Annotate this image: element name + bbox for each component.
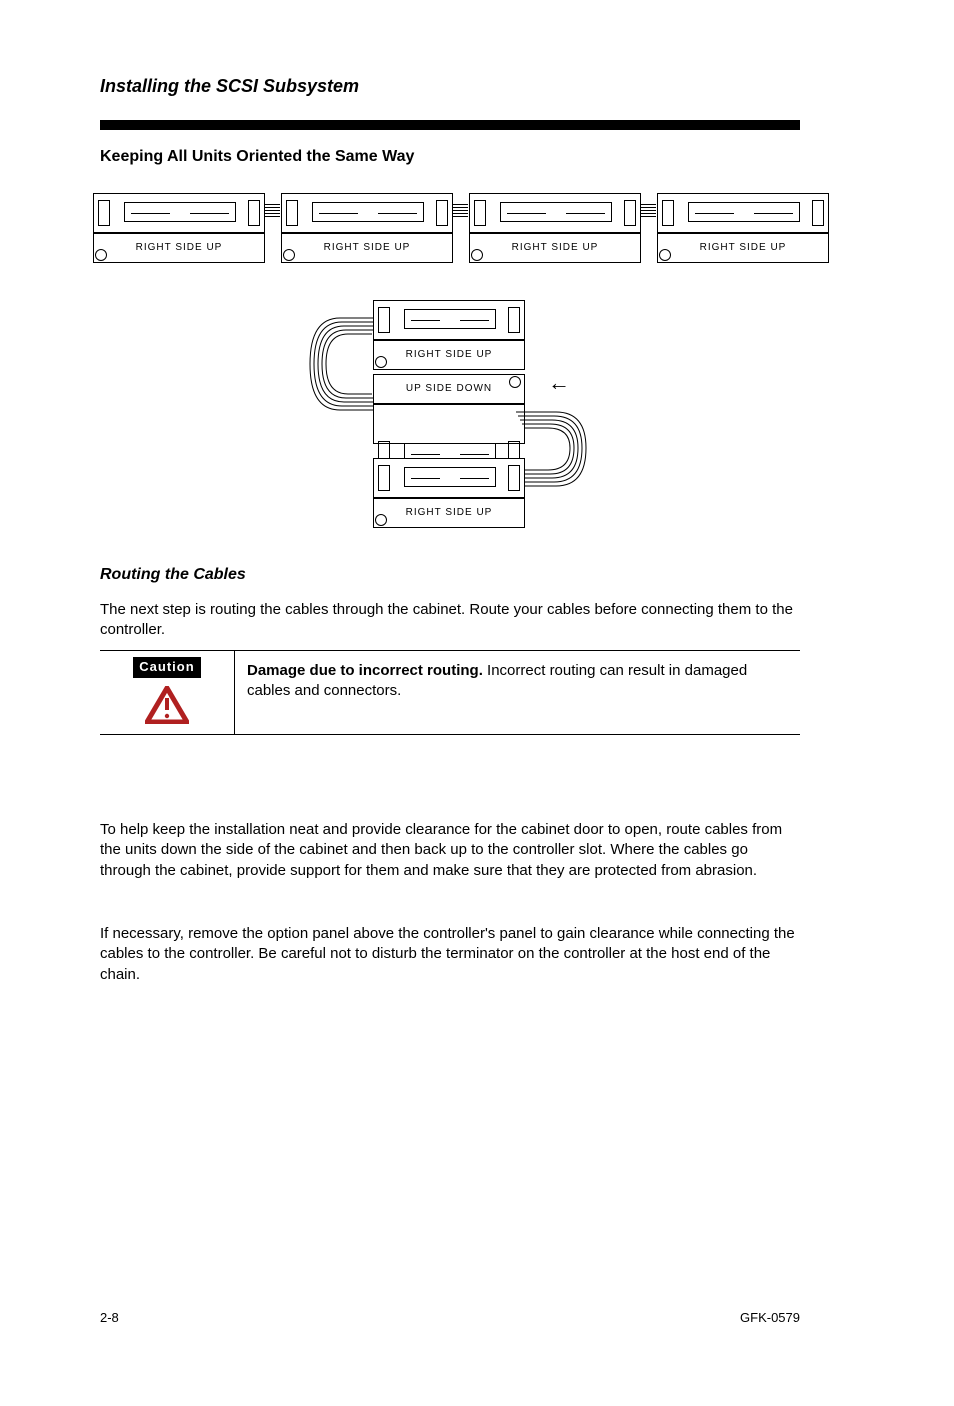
- scsi-unit: RIGHT SIDE UP: [373, 458, 523, 528]
- cable: [452, 204, 468, 220]
- cable: [264, 204, 280, 220]
- page-number: 2-8: [100, 1310, 119, 1325]
- routing-intro: The next step is routing the cables thro…: [100, 600, 800, 641]
- section-title: Keeping All Units Oriented the Same Way: [100, 148, 414, 166]
- arrow-indicator: ←: [548, 370, 570, 396]
- doc-id: GFK-0579: [740, 1310, 800, 1325]
- page-footer: 2-8 GFK-0579: [100, 1310, 800, 1325]
- routing-heading: Routing the Cables: [100, 566, 246, 584]
- caution-head: Damage due to incorrect routing.: [247, 662, 483, 679]
- unit-label: RIGHT SIDE UP: [373, 340, 525, 370]
- caution-badge: Caution: [133, 657, 200, 678]
- caution-box: Caution Damage due to incorrect routing.…: [100, 650, 800, 735]
- scsi-unit: RIGHT SIDE UP: [93, 193, 263, 263]
- routing-para-2: If necessary, remove the option panel ab…: [100, 924, 800, 985]
- cable-fold-left: [300, 310, 380, 430]
- unit-label: RIGHT SIDE UP: [93, 233, 265, 263]
- chapter-heading: Installing the SCSI Subsystem: [100, 76, 359, 97]
- cable-fold-right: [516, 404, 596, 524]
- cable: [640, 204, 656, 220]
- scsi-unit: RIGHT SIDE UP: [657, 193, 827, 263]
- warning-icon: [145, 686, 189, 724]
- unit-label: UP SIDE DOWN: [373, 374, 525, 404]
- unit-label: RIGHT SIDE UP: [657, 233, 829, 263]
- unit-label: RIGHT SIDE UP: [281, 233, 453, 263]
- scsi-unit-flipped: UP SIDE DOWN: [373, 374, 523, 444]
- unit-label: RIGHT SIDE UP: [373, 498, 525, 528]
- scsi-unit: RIGHT SIDE UP: [281, 193, 451, 263]
- scsi-unit: RIGHT SIDE UP: [373, 300, 523, 370]
- scsi-unit: RIGHT SIDE UP: [469, 193, 639, 263]
- routing-para-1: To help keep the installation neat and p…: [100, 820, 800, 881]
- unit-label: RIGHT SIDE UP: [469, 233, 641, 263]
- rule-top: [100, 120, 800, 130]
